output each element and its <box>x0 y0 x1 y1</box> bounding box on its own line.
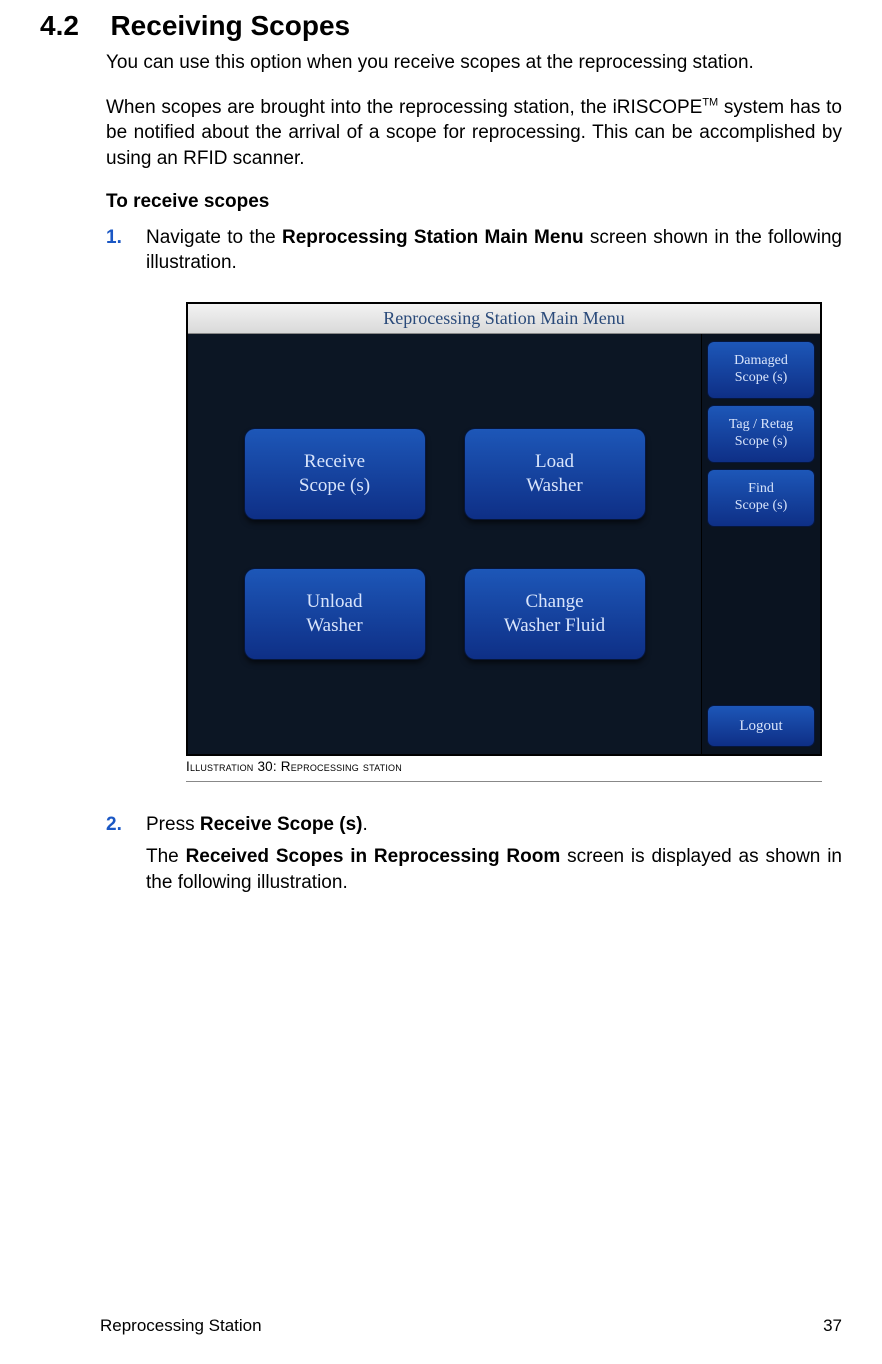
device-titlebar: Reprocessing Station Main Menu <box>188 304 820 334</box>
body-block: You can use this option when you receive… <box>106 50 842 895</box>
step2-pre: Press <box>146 814 200 835</box>
device-body: Receive Scope (s) Load Washer Unload Was… <box>188 334 820 754</box>
caption-underline <box>186 781 822 782</box>
para2-pre: When scopes are brought into the reproce… <box>106 97 702 118</box>
caption-text: Reprocessing station <box>281 759 402 774</box>
load-washer-button[interactable]: Load Washer <box>465 429 645 519</box>
button-row-bottom: Unload Washer Change Washer Fluid <box>218 569 671 659</box>
tag-retag-scope-button[interactable]: Tag / Retag Scope (s) <box>708 406 814 462</box>
step2-follow-pre: The <box>146 846 186 867</box>
section-heading-row: 4.2 Receiving Scopes <box>40 10 842 42</box>
caption-label: Illustration <box>186 759 254 774</box>
step2-post: . <box>363 814 368 835</box>
section-number: 4.2 <box>40 10 106 42</box>
document-page: 4.2 Receiving Scopes You can use this op… <box>0 0 882 1364</box>
logout-button[interactable]: Logout <box>708 706 814 746</box>
step-text-bold: Reprocessing Station Main Menu <box>282 227 584 248</box>
step-2: 2. Press Receive Scope (s). The Received… <box>106 812 842 895</box>
step2-bold: Receive Scope (s) <box>200 814 363 835</box>
device-sidebar: Damaged Scope (s) Tag / Retag Scope (s) … <box>702 334 820 754</box>
page-footer: Reprocessing Station 37 <box>100 1316 842 1336</box>
device-frame: Reprocessing Station Main Menu Receive S… <box>186 302 822 756</box>
change-washer-fluid-button[interactable]: Change Washer Fluid <box>465 569 645 659</box>
find-scope-button[interactable]: Find Scope (s) <box>708 470 814 526</box>
illustration-caption: Illustration 30: Reprocessing station <box>186 756 822 779</box>
illustration-30: Reprocessing Station Main Menu Receive S… <box>186 302 822 783</box>
step-number: 1. <box>106 225 122 251</box>
step-text-pre: Navigate to the <box>146 227 282 248</box>
step2-followup: The Received Scopes in Reprocessing Room… <box>146 844 842 895</box>
intro-para-2: When scopes are brought into the reproce… <box>106 95 842 172</box>
button-row-top: Receive Scope (s) Load Washer <box>218 429 671 519</box>
steps-list: 1. Navigate to the Reprocessing Station … <box>106 225 842 896</box>
device-main-area: Receive Scope (s) Load Washer Unload Was… <box>188 334 702 754</box>
unload-washer-button[interactable]: Unload Washer <box>245 569 425 659</box>
procedure-heading: To receive scopes <box>106 191 842 213</box>
footer-left: Reprocessing Station <box>100 1316 262 1336</box>
intro-para-1: You can use this option when you receive… <box>106 50 842 76</box>
trademark-symbol: TM <box>702 96 718 108</box>
sidebar-top-group: Damaged Scope (s) Tag / Retag Scope (s) … <box>708 342 814 526</box>
step-1: 1. Navigate to the Reprocessing Station … <box>106 225 842 783</box>
receive-scope-button[interactable]: Receive Scope (s) <box>245 429 425 519</box>
damaged-scope-button[interactable]: Damaged Scope (s) <box>708 342 814 398</box>
footer-page-number: 37 <box>823 1316 842 1336</box>
section-title: Receiving Scopes <box>110 10 350 42</box>
caption-sep: : <box>273 759 277 774</box>
step-number: 2. <box>106 812 122 838</box>
caption-num: 30 <box>257 759 272 774</box>
step2-follow-bold: Received Scopes in Reprocessing Room <box>186 846 561 867</box>
